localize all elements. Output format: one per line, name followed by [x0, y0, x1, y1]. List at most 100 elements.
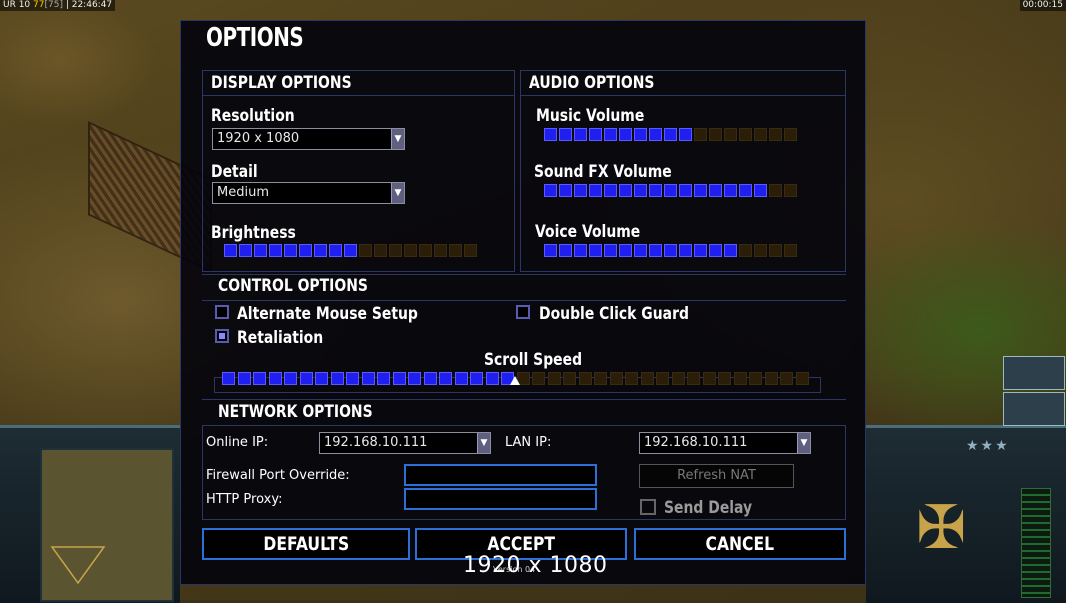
slider-segment[interactable]	[439, 372, 452, 385]
slider-segment[interactable]	[619, 184, 632, 197]
slider-segment[interactable]	[269, 244, 282, 257]
lan-ip-dropdown[interactable]: 192.168.10.111 ▼	[639, 432, 811, 454]
slider-segment[interactable]	[589, 184, 602, 197]
alternate-mouse-checkbox[interactable]	[215, 305, 229, 319]
slider-segment[interactable]	[374, 244, 387, 257]
send-delay-checkbox[interactable]	[640, 499, 656, 515]
slider-segment[interactable]	[284, 372, 297, 385]
slider-segment[interactable]	[578, 372, 592, 385]
slider-segment[interactable]	[709, 128, 722, 141]
slider-segment[interactable]	[253, 372, 266, 385]
slider-segment[interactable]	[664, 244, 677, 257]
slider-segment[interactable]	[694, 184, 707, 197]
slider-segment[interactable]	[634, 184, 647, 197]
slider-segment[interactable]	[769, 184, 782, 197]
slider-segment[interactable]	[619, 128, 632, 141]
slider-segment[interactable]	[769, 244, 782, 257]
slider-segment[interactable]	[754, 128, 767, 141]
unit-portrait-helicopter-icon[interactable]	[1003, 392, 1065, 426]
slider-segment[interactable]	[284, 244, 297, 257]
slider-segment[interactable]	[544, 244, 557, 257]
slider-segment[interactable]	[434, 244, 447, 257]
slider-segment[interactable]	[694, 128, 707, 141]
slider-segment[interactable]	[315, 372, 328, 385]
slider-segment[interactable]	[749, 372, 762, 385]
slider-segment[interactable]	[795, 372, 809, 385]
slider-segment[interactable]	[377, 372, 390, 385]
slider-segment[interactable]	[709, 184, 722, 197]
slider-segment[interactable]	[754, 244, 767, 257]
slider-segment[interactable]	[784, 128, 797, 141]
slider-segment[interactable]	[589, 128, 602, 141]
slider-segment[interactable]	[359, 244, 372, 257]
slider-segment[interactable]	[224, 244, 237, 257]
slider-segment[interactable]	[679, 184, 692, 197]
slider-segment[interactable]	[733, 372, 747, 385]
slider-segment[interactable]	[649, 128, 662, 141]
double-click-guard-checkbox[interactable]	[516, 305, 530, 319]
slider-segment[interactable]	[679, 244, 692, 257]
slider-segment[interactable]	[739, 128, 752, 141]
slider-segment[interactable]	[485, 372, 499, 385]
slider-segment[interactable]	[739, 184, 752, 197]
slider-segment[interactable]	[687, 372, 700, 385]
slider-segment[interactable]	[544, 128, 557, 141]
refresh-nat-button[interactable]: Refresh NAT	[639, 464, 794, 488]
slider-segment[interactable]	[563, 372, 576, 385]
slider-segment[interactable]	[454, 372, 468, 385]
slider-segment[interactable]	[237, 372, 251, 385]
slider-segment[interactable]	[299, 372, 313, 385]
slider-segment[interactable]	[464, 244, 477, 257]
slider-segment[interactable]	[664, 184, 677, 197]
slider-segment[interactable]	[344, 244, 357, 257]
slider-segment[interactable]	[544, 184, 557, 197]
slider-segment[interactable]	[594, 372, 607, 385]
slider-segment[interactable]	[694, 244, 707, 257]
slider-segment[interactable]	[656, 372, 669, 385]
slider-segment[interactable]	[408, 372, 421, 385]
slider-segment[interactable]	[222, 372, 235, 385]
slider-segment[interactable]	[547, 372, 561, 385]
slider-segment[interactable]	[449, 244, 462, 257]
slider-segment[interactable]	[724, 184, 737, 197]
slider-segment[interactable]	[724, 128, 737, 141]
slider-segment[interactable]	[604, 184, 617, 197]
slider-segment[interactable]	[574, 128, 587, 141]
resolution-dropdown[interactable]: 1920 x 1080 ▼	[212, 128, 405, 150]
slider-segment[interactable]	[754, 184, 767, 197]
slider-segment[interactable]	[239, 244, 252, 257]
slider-segment[interactable]	[634, 244, 647, 257]
slider-segment[interactable]	[679, 128, 692, 141]
slider-segment[interactable]	[470, 372, 483, 385]
chevron-down-icon[interactable]: ▼	[797, 433, 810, 453]
slider-segment[interactable]	[346, 372, 359, 385]
slider-segment[interactable]	[634, 128, 647, 141]
music-volume-slider[interactable]	[544, 128, 797, 141]
slider-segment[interactable]	[619, 244, 632, 257]
slider-segment[interactable]	[780, 372, 793, 385]
slider-segment[interactable]	[769, 128, 782, 141]
slider-segment[interactable]	[739, 244, 752, 257]
slider-segment[interactable]	[329, 244, 342, 257]
slider-segment[interactable]	[389, 244, 402, 257]
chevron-down-icon[interactable]: ▼	[391, 183, 404, 203]
slider-segment[interactable]	[625, 372, 638, 385]
sfx-volume-slider[interactable]	[544, 184, 797, 197]
slider-segment[interactable]	[609, 372, 623, 385]
unit-portrait-plane-icon[interactable]	[1003, 356, 1065, 390]
slider-segment[interactable]	[784, 244, 797, 257]
retaliation-checkbox[interactable]	[215, 329, 229, 343]
online-ip-dropdown[interactable]: 192.168.10.111 ▼	[319, 432, 491, 454]
slider-segment[interactable]	[404, 244, 417, 257]
slider-segment[interactable]	[330, 372, 344, 385]
slider-segment[interactable]	[299, 244, 312, 257]
slider-segment[interactable]	[268, 372, 282, 385]
slider-segment[interactable]	[532, 372, 545, 385]
slider-segment[interactable]	[784, 184, 797, 197]
brightness-slider[interactable]	[224, 244, 477, 257]
chevron-down-icon[interactable]: ▼	[477, 433, 490, 453]
slider-segment[interactable]	[559, 184, 572, 197]
slider-segment[interactable]	[718, 372, 731, 385]
slider-segment[interactable]	[392, 372, 406, 385]
slider-segment[interactable]	[649, 244, 662, 257]
